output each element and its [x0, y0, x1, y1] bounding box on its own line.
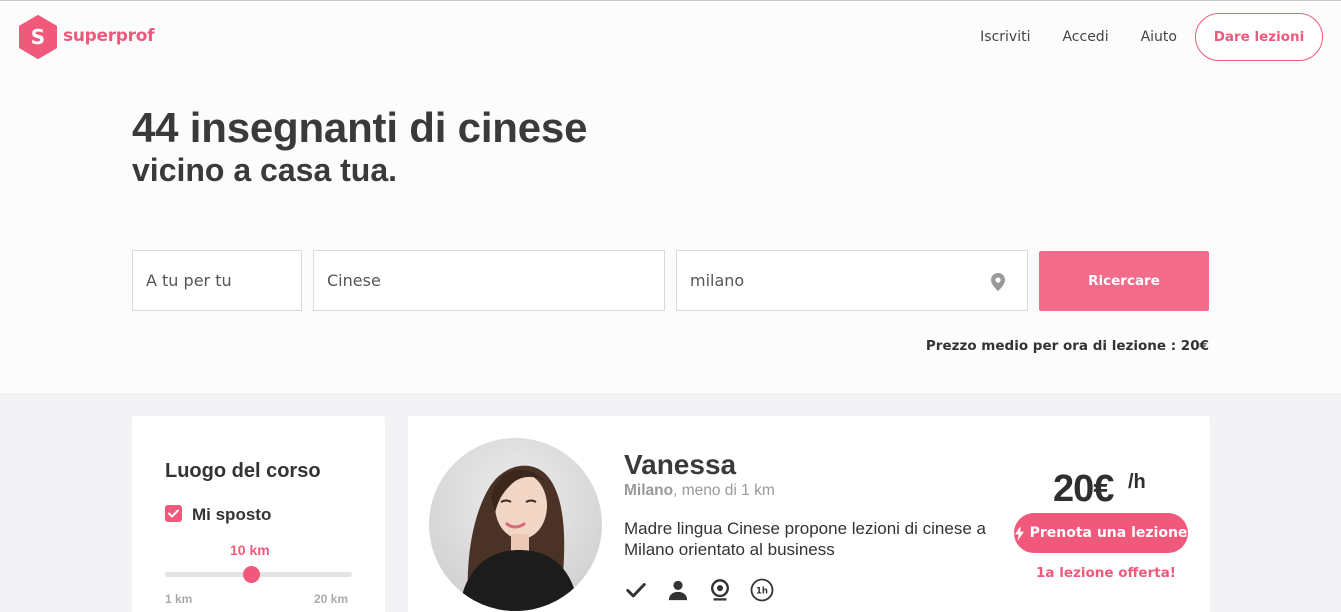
- give-lessons-button[interactable]: Dare lezioni: [1195, 12, 1323, 61]
- page-title: 44 insegnanti di cinese: [132, 104, 588, 151]
- page-subtitle: vicino a casa tua.: [132, 152, 398, 188]
- distance-value: 10 km: [230, 542, 270, 558]
- lesson-mode-value: A tu per tu: [146, 271, 232, 290]
- feature-icons: 1h: [624, 578, 792, 602]
- person-icon: [666, 578, 690, 602]
- tutor-distance: , meno di 1 km: [673, 482, 775, 499]
- book-lesson-label: Prenota una lezione: [1029, 525, 1188, 541]
- subject-input[interactable]: Cinese: [313, 250, 665, 311]
- tutor-name[interactable]: Vanessa: [624, 449, 736, 481]
- svg-text:S: S: [31, 25, 45, 49]
- check-icon: [624, 578, 648, 602]
- travel-checkbox[interactable]: [165, 505, 182, 522]
- subject-value: Cinese: [327, 271, 381, 290]
- webcam-icon: [708, 578, 732, 602]
- nav-login-link[interactable]: Accedi: [1062, 29, 1108, 45]
- one-hour-icon: 1h: [750, 578, 774, 602]
- search-button[interactable]: Ricercare: [1039, 251, 1209, 311]
- hourly-price: 20€: [1053, 468, 1114, 510]
- average-price-note: Prezzo medio per ora di lezione : 20€: [925, 338, 1209, 354]
- nav-signup-link[interactable]: Iscriviti: [980, 29, 1030, 45]
- top-nav: Iscriviti Accedi Aiuto Dare lezioni: [980, 12, 1323, 61]
- avatar[interactable]: [429, 438, 602, 611]
- tutor-location: Milano, meno di 1 km: [624, 482, 775, 500]
- tutor-description[interactable]: Madre lingua Cinese propone lezioni di c…: [624, 518, 1004, 560]
- logo[interactable]: S superprof: [18, 15, 155, 59]
- top-border: [0, 0, 1341, 1]
- checkmark-icon: [168, 509, 179, 518]
- tutor-city: Milano: [624, 482, 674, 499]
- lightning-icon: [1014, 525, 1024, 541]
- logo-icon: S: [19, 15, 57, 59]
- book-lesson-button[interactable]: Prenota una lezione: [1014, 513, 1188, 553]
- brand-name: superprof: [63, 26, 155, 46]
- first-lesson-offer: 1a lezione offerta!: [1036, 565, 1176, 581]
- location-input[interactable]: milano: [676, 250, 1028, 311]
- location-value: milano: [690, 271, 745, 290]
- location-pin-icon[interactable]: [991, 273, 1005, 291]
- travel-checkbox-label: Mi sposto: [192, 505, 272, 524]
- filter-title: Luogo del corso: [165, 460, 321, 482]
- svg-text:1h: 1h: [756, 586, 768, 596]
- distance-min-label: 1 km: [165, 592, 193, 606]
- price-unit: /h: [1128, 471, 1146, 493]
- nav-help-link[interactable]: Aiuto: [1141, 29, 1177, 45]
- lesson-mode-select[interactable]: A tu per tu: [132, 250, 302, 311]
- distance-max-label: 20 km: [314, 592, 349, 606]
- distance-slider-handle[interactable]: [243, 566, 260, 583]
- tutor-photo: [429, 438, 602, 611]
